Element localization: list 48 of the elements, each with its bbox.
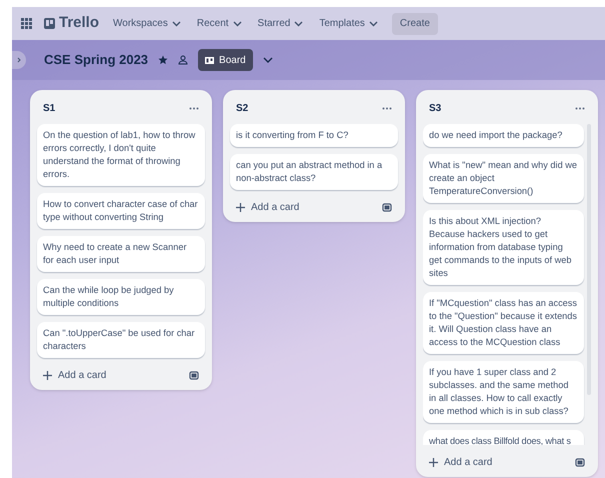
more-icon[interactable] [189, 106, 199, 110]
menu-button[interactable]: Starred [256, 16, 306, 31]
plus-icon [429, 458, 438, 466]
card[interactable]: Can the while loop be judged by multiple conditions [37, 279, 205, 315]
add-card-button[interactable]: Add a card [43, 368, 106, 382]
create-button[interactable]: Create [392, 12, 438, 34]
menu-button[interactable]: Templates [317, 16, 380, 31]
chevron-down-icon [368, 20, 378, 26]
board-view-button[interactable]: Board [198, 49, 253, 71]
list-title: S1 [43, 102, 56, 116]
card[interactable]: If you have 1 super class and 2 subclasses. and the same method in all classes. How to call exactly one method which is in sub class? [423, 361, 584, 423]
card[interactable]: Can ".toUpperCase" be used for char characters [37, 322, 205, 358]
list-title: S2 [236, 102, 248, 116]
chevron-down-icon [172, 20, 181, 26]
menu-button[interactable]: Workspaces [111, 16, 183, 31]
chevron-down-icon [232, 20, 242, 26]
card[interactable]: do we need import the package? [423, 124, 584, 147]
card[interactable]: What is "new" mean and why did we create an object TemperatureConversion() [423, 154, 584, 203]
add-card-button[interactable]: Add a card [236, 200, 300, 214]
more-icon[interactable] [575, 106, 585, 110]
card[interactable]: can you put an abstract method in a non-abstract class? [230, 154, 398, 190]
plus-icon [236, 202, 245, 212]
trello-logo-icon [44, 18, 55, 29]
card[interactable]: what does class Billfold does, what s [423, 430, 584, 445]
app-logo[interactable]: Trello [59, 12, 100, 35]
people-icon[interactable] [178, 55, 188, 65]
apps-grid-icon[interactable] [21, 18, 32, 29]
card[interactable]: Why need to create a new Scanner for each user input [37, 236, 205, 272]
template-icon[interactable] [382, 202, 392, 212]
star-icon[interactable] [158, 55, 168, 65]
plus-icon [43, 370, 52, 380]
card[interactable]: On the question of lab1, how to throw errors correctly, I don't quite understand the format of throwing errors. [37, 124, 205, 186]
card[interactable]: Is this about XML injection? Because hackers used to get information from database typing get commands to the inputs of web sites [423, 210, 584, 285]
chevron-down-icon[interactable] [262, 57, 273, 63]
list-title: S3 [429, 102, 442, 116]
template-icon[interactable] [189, 370, 199, 380]
add-card-button[interactable]: Add a card [429, 454, 492, 470]
card[interactable]: How to convert character case of char type without converting String [37, 193, 205, 229]
more-icon[interactable] [382, 106, 392, 110]
card[interactable]: If "MCquestion" class has an access to the "Question" because it extends it. Will Question class have an access to the MCQuestion class [423, 292, 584, 354]
chevron-right-icon [17, 57, 21, 63]
menu-button[interactable]: Recent [194, 16, 244, 31]
board-title: CSE Spring 2023 [44, 51, 148, 70]
sidebar-toggle[interactable] [12, 51, 26, 69]
template-icon[interactable] [575, 458, 585, 466]
chevron-down-icon [294, 20, 304, 26]
board-icon [205, 56, 214, 64]
card[interactable]: is it converting from F to C? [230, 124, 398, 147]
